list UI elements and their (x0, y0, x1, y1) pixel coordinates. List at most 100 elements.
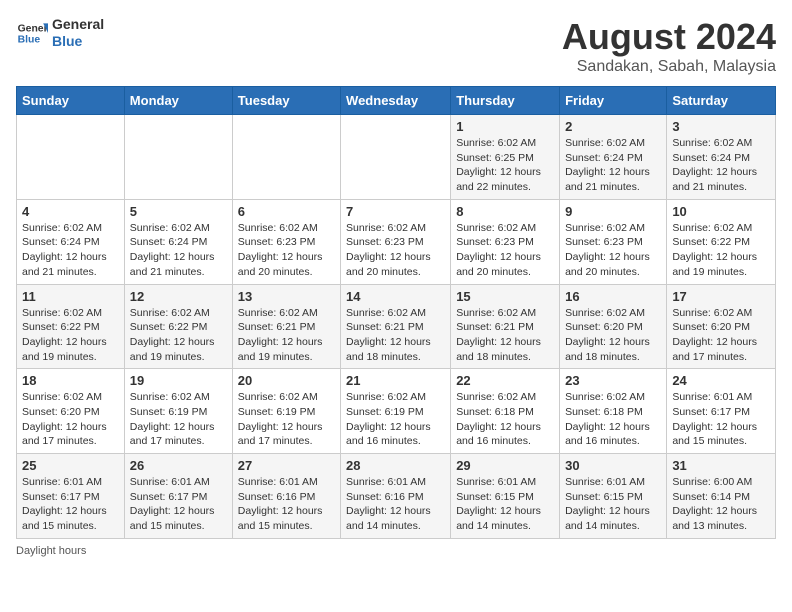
day-number: 16 (565, 289, 661, 304)
day-info: Sunrise: 6:01 AM Sunset: 6:17 PM Dayligh… (130, 475, 227, 534)
day-number: 29 (456, 458, 554, 473)
day-info: Sunrise: 6:02 AM Sunset: 6:20 PM Dayligh… (565, 306, 661, 365)
day-info: Sunrise: 6:02 AM Sunset: 6:23 PM Dayligh… (346, 221, 445, 280)
day-info: Sunrise: 6:02 AM Sunset: 6:19 PM Dayligh… (238, 390, 335, 449)
day-info: Sunrise: 6:02 AM Sunset: 6:21 PM Dayligh… (238, 306, 335, 365)
day-info: Sunrise: 6:02 AM Sunset: 6:21 PM Dayligh… (456, 306, 554, 365)
calendar-cell: 10 Sunrise: 6:02 AM Sunset: 6:22 PM Dayli… (667, 199, 776, 284)
day-number: 11 (22, 289, 119, 304)
day-info: Sunrise: 6:02 AM Sunset: 6:22 PM Dayligh… (130, 306, 227, 365)
day-number: 26 (130, 458, 227, 473)
footer-note: Daylight hours (16, 545, 776, 557)
svg-text:Blue: Blue (18, 34, 41, 45)
day-number: 8 (456, 204, 554, 219)
day-number: 31 (672, 458, 770, 473)
day-number: 1 (456, 119, 554, 134)
day-number: 27 (238, 458, 335, 473)
calendar-cell (341, 115, 451, 200)
main-title: August 2024 (562, 16, 776, 58)
day-number: 5 (130, 204, 227, 219)
day-number: 13 (238, 289, 335, 304)
weekday-header-wednesday: Wednesday (341, 87, 451, 115)
day-info: Sunrise: 6:01 AM Sunset: 6:17 PM Dayligh… (22, 475, 119, 534)
day-info: Sunrise: 6:01 AM Sunset: 6:17 PM Dayligh… (672, 390, 770, 449)
calendar-cell: 1Sunrise: 6:02 AM Sunset: 6:25 PM Daylig… (451, 115, 560, 200)
logo: General Blue General Blue (16, 16, 104, 50)
calendar-cell: 11 Sunrise: 6:02 AM Sunset: 6:22 PM Dayli… (17, 284, 125, 369)
day-info: Sunrise: 6:01 AM Sunset: 6:15 PM Dayligh… (456, 475, 554, 534)
day-number: 14 (346, 289, 445, 304)
day-info: Sunrise: 6:02 AM Sunset: 6:18 PM Dayligh… (456, 390, 554, 449)
logo-general: General (52, 16, 104, 33)
calendar-cell: 2 Sunrise: 6:02 AM Sunset: 6:24 PM Daylig… (560, 115, 667, 200)
day-number: 18 (22, 373, 119, 388)
day-number: 17 (672, 289, 770, 304)
title-block: August 2024 Sandakan, Sabah, Malaysia (562, 16, 776, 76)
weekday-header-monday: Monday (124, 87, 232, 115)
calendar-cell: 13 Sunrise: 6:02 AM Sunset: 6:21 PM Dayli… (232, 284, 340, 369)
day-info: Sunrise: 6:02 AM Sunset: 6:24 PM Dayligh… (130, 221, 227, 280)
day-info: Sunrise: 6:01 AM Sunset: 6:16 PM Dayligh… (346, 475, 445, 534)
weekday-header-thursday: Thursday (451, 87, 560, 115)
calendar-cell: 23Sunrise: 6:02 AM Sunset: 6:18 PM Dayli… (560, 369, 667, 454)
day-number: 30 (565, 458, 661, 473)
day-info: Sunrise: 6:02 AM Sunset: 6:22 PM Dayligh… (672, 221, 770, 280)
day-number: 22 (456, 373, 554, 388)
calendar-cell: 19 Sunrise: 6:02 AM Sunset: 6:19 PM Dayli… (124, 369, 232, 454)
day-number: 19 (130, 373, 227, 388)
day-info: Sunrise: 6:00 AM Sunset: 6:14 PM Dayligh… (672, 475, 770, 534)
calendar-cell (124, 115, 232, 200)
day-info: Sunrise: 6:02 AM Sunset: 6:19 PM Dayligh… (130, 390, 227, 449)
day-info: Sunrise: 6:02 AM Sunset: 6:20 PM Dayligh… (672, 306, 770, 365)
calendar-cell: 28 Sunrise: 6:01 AM Sunset: 6:16 PM Dayli… (341, 454, 451, 539)
page-header: General Blue General Blue August 2024 Sa… (16, 16, 776, 76)
calendar-cell: 9Sunrise: 6:02 AM Sunset: 6:23 PM Daylig… (560, 199, 667, 284)
calendar-cell: 25Sunrise: 6:01 AM Sunset: 6:17 PM Dayli… (17, 454, 125, 539)
calendar-cell: 16 Sunrise: 6:02 AM Sunset: 6:20 PM Dayli… (560, 284, 667, 369)
calendar-cell: 7Sunrise: 6:02 AM Sunset: 6:23 PM Daylig… (341, 199, 451, 284)
day-info: Sunrise: 6:02 AM Sunset: 6:23 PM Dayligh… (565, 221, 661, 280)
day-number: 6 (238, 204, 335, 219)
logo-icon: General Blue (16, 17, 48, 49)
day-info: Sunrise: 6:02 AM Sunset: 6:22 PM Dayligh… (22, 306, 119, 365)
calendar-cell (232, 115, 340, 200)
weekday-header-sunday: Sunday (17, 87, 125, 115)
logo-blue: Blue (52, 33, 104, 50)
day-info: Sunrise: 6:02 AM Sunset: 6:23 PM Dayligh… (238, 221, 335, 280)
day-number: 23 (565, 373, 661, 388)
calendar-cell: 21Sunrise: 6:02 AM Sunset: 6:19 PM Dayli… (341, 369, 451, 454)
calendar-cell: 4Sunrise: 6:02 AM Sunset: 6:24 PM Daylig… (17, 199, 125, 284)
calendar-cell: 24 Sunrise: 6:01 AM Sunset: 6:17 PM Dayli… (667, 369, 776, 454)
calendar-cell: 17 Sunrise: 6:02 AM Sunset: 6:20 PM Dayli… (667, 284, 776, 369)
calendar-cell (17, 115, 125, 200)
day-number: 12 (130, 289, 227, 304)
weekday-header-tuesday: Tuesday (232, 87, 340, 115)
calendar-cell: 27 Sunrise: 6:01 AM Sunset: 6:16 PM Dayli… (232, 454, 340, 539)
calendar-cell: 8Sunrise: 6:02 AM Sunset: 6:23 PM Daylig… (451, 199, 560, 284)
weekday-header-friday: Friday (560, 87, 667, 115)
calendar-cell: 5 Sunrise: 6:02 AM Sunset: 6:24 PM Daylig… (124, 199, 232, 284)
day-info: Sunrise: 6:01 AM Sunset: 6:16 PM Dayligh… (238, 475, 335, 534)
day-info: Sunrise: 6:02 AM Sunset: 6:24 PM Dayligh… (565, 136, 661, 195)
day-info: Sunrise: 6:02 AM Sunset: 6:24 PM Dayligh… (672, 136, 770, 195)
day-number: 3 (672, 119, 770, 134)
day-info: Sunrise: 6:01 AM Sunset: 6:15 PM Dayligh… (565, 475, 661, 534)
calendar-cell: 18 Sunrise: 6:02 AM Sunset: 6:20 PM Dayli… (17, 369, 125, 454)
day-number: 15 (456, 289, 554, 304)
calendar-cell: 30 Sunrise: 6:01 AM Sunset: 6:15 PM Dayli… (560, 454, 667, 539)
day-info: Sunrise: 6:02 AM Sunset: 6:20 PM Dayligh… (22, 390, 119, 449)
day-info: Sunrise: 6:02 AM Sunset: 6:21 PM Dayligh… (346, 306, 445, 365)
day-number: 2 (565, 119, 661, 134)
calendar-cell: 3 Sunrise: 6:02 AM Sunset: 6:24 PM Daylig… (667, 115, 776, 200)
day-number: 20 (238, 373, 335, 388)
day-number: 21 (346, 373, 445, 388)
svg-text:General: General (18, 23, 48, 34)
calendar-cell: 15 Sunrise: 6:02 AM Sunset: 6:21 PM Dayli… (451, 284, 560, 369)
day-number: 28 (346, 458, 445, 473)
weekday-header-saturday: Saturday (667, 87, 776, 115)
calendar-cell: 26 Sunrise: 6:01 AM Sunset: 6:17 PM Dayli… (124, 454, 232, 539)
sub-title: Sandakan, Sabah, Malaysia (562, 58, 776, 76)
calendar-cell: 20 Sunrise: 6:02 AM Sunset: 6:19 PM Dayli… (232, 369, 340, 454)
day-number: 10 (672, 204, 770, 219)
day-number: 24 (672, 373, 770, 388)
